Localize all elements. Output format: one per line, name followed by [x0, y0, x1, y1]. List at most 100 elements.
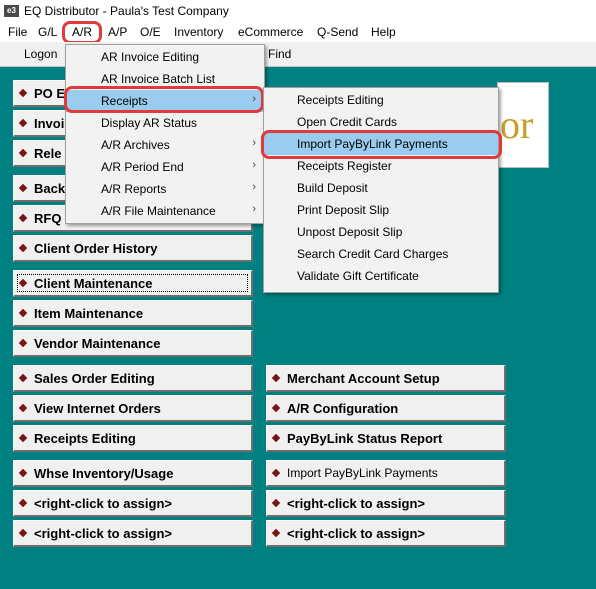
diamond-icon: [18, 433, 28, 443]
diamond-icon: [18, 403, 28, 413]
shortcut-label: RFQ: [34, 211, 62, 226]
diamond-icon: [18, 183, 28, 193]
menu-item-label: A/R Reports: [101, 182, 167, 196]
diamond-icon: [271, 373, 281, 383]
diamond-icon: [271, 468, 281, 478]
shortcut-unassigned[interactable]: <right-click to assign>: [266, 520, 506, 547]
menu-item-ar-invoice-editing[interactable]: AR Invoice Editing: [66, 46, 264, 68]
shortcut-label: Sales Order Editing: [34, 371, 155, 386]
diamond-icon: [18, 498, 28, 508]
diamond-icon: [18, 88, 28, 98]
menu-item-label: A/R Archives: [101, 138, 170, 152]
diamond-icon: [18, 213, 28, 223]
submenu-item-unpost-deposit-slip[interactable]: Unpost Deposit Slip: [264, 221, 498, 243]
chevron-right-icon: ›: [252, 137, 256, 149]
diamond-icon: [271, 433, 281, 443]
submenu-item-search-credit-card-charges[interactable]: Search Credit Card Charges: [264, 243, 498, 265]
shortcut-receipts-editing[interactable]: Receipts Editing: [13, 425, 253, 452]
shortcut-client-order-history[interactable]: Client Order History: [13, 235, 253, 262]
shortcut-unassigned[interactable]: <right-click to assign>: [266, 490, 506, 517]
shortcut-merchant-account-setup[interactable]: Merchant Account Setup: [266, 365, 506, 392]
shortcut-ar-configuration[interactable]: A/R Configuration: [266, 395, 506, 422]
shortcut-sales-order-editing[interactable]: Sales Order Editing: [13, 365, 253, 392]
menu-item-label: A/R File Maintenance: [101, 204, 216, 218]
title-bar: e3 EQ Distributor - Paula's Test Company: [0, 0, 596, 22]
menu-help[interactable]: Help: [371, 25, 396, 39]
submenu-item-label: Open Credit Cards: [297, 115, 398, 129]
shortcut-unassigned[interactable]: <right-click to assign>: [13, 490, 253, 517]
shortcut-label: PayByLink Status Report: [287, 431, 443, 446]
window-title: EQ Distributor - Paula's Test Company: [24, 4, 229, 18]
receipts-submenu: Receipts Editing Open Credit Cards Impor…: [263, 87, 499, 293]
diamond-icon: [18, 118, 28, 128]
diamond-icon: [18, 338, 28, 348]
shortcut-label: <right-click to assign>: [34, 496, 172, 511]
menu-ecommerce[interactable]: eCommerce: [238, 25, 303, 39]
logon-button[interactable]: Logon: [24, 47, 57, 61]
diamond-icon: [18, 308, 28, 318]
menu-item-ar-period-end[interactable]: A/R Period End ›: [66, 156, 264, 178]
ar-menu-highlight-ring: [62, 21, 102, 44]
find-button[interactable]: Find: [268, 47, 291, 61]
menu-file[interactable]: File: [8, 25, 27, 39]
menu-item-label: A/R Period End: [101, 160, 184, 174]
submenu-item-label: Unpost Deposit Slip: [297, 225, 403, 239]
shortcut-label: Client Order History: [34, 241, 158, 256]
menu-qsend[interactable]: Q-Send: [317, 25, 358, 39]
shortcut-label: Merchant Account Setup: [287, 371, 440, 386]
shortcut-paybylink-status-report[interactable]: PayByLink Status Report: [266, 425, 506, 452]
menu-ap[interactable]: A/P: [108, 25, 127, 39]
chevron-right-icon: ›: [252, 203, 256, 215]
shortcut-whse-inventory-usage[interactable]: Whse Inventory/Usage: [13, 460, 253, 487]
logo-text: or: [500, 102, 534, 147]
menu-oe[interactable]: O/E: [140, 25, 161, 39]
diamond-icon: [271, 403, 281, 413]
menu-item-label: AR Invoice Batch List: [101, 72, 216, 86]
diamond-icon: [18, 468, 28, 478]
shortcut-label: Item Maintenance: [34, 306, 144, 321]
submenu-item-receipts-editing[interactable]: Receipts Editing: [264, 89, 498, 111]
shortcut-import-paybylink-payments[interactable]: Import PayByLink Payments: [266, 460, 506, 487]
menu-item-label: Display AR Status: [101, 116, 198, 130]
shortcut-label: View Internet Orders: [34, 401, 161, 416]
receipts-highlight-ring: [64, 86, 264, 113]
menu-item-display-ar-status[interactable]: Display AR Status: [66, 112, 264, 134]
submenu-item-label: Receipts Editing: [297, 93, 384, 107]
menu-inventory[interactable]: Inventory: [174, 25, 223, 39]
submenu-item-label: Print Deposit Slip: [297, 203, 390, 217]
submenu-item-label: Receipts Register: [297, 159, 392, 173]
shortcut-vendor-maintenance[interactable]: Vendor Maintenance: [13, 330, 253, 357]
shortcut-item-maintenance[interactable]: Item Maintenance: [13, 300, 253, 327]
shortcut-view-internet-orders[interactable]: View Internet Orders: [13, 395, 253, 422]
submenu-item-build-deposit[interactable]: Build Deposit: [264, 177, 498, 199]
shortcut-unassigned[interactable]: <right-click to assign>: [13, 520, 253, 547]
menu-gl[interactable]: G/L: [38, 25, 57, 39]
chevron-right-icon: ›: [252, 159, 256, 171]
submenu-item-print-deposit-slip[interactable]: Print Deposit Slip: [264, 199, 498, 221]
logo: or: [497, 82, 549, 168]
submenu-item-label: Build Deposit: [297, 181, 368, 195]
shortcut-label: A/R Configuration: [287, 401, 399, 416]
menu-item-ar-archives[interactable]: A/R Archives ›: [66, 134, 264, 156]
shortcut-label: Receipts Editing: [34, 431, 136, 446]
import-paybylink-highlight-ring: [261, 130, 502, 159]
diamond-icon: [271, 498, 281, 508]
shortcut-label: Back: [34, 181, 66, 196]
shortcut-client-maintenance[interactable]: Client Maintenance: [13, 270, 253, 297]
shortcut-label: Client Maintenance: [34, 276, 153, 291]
shortcut-label: Import PayByLink Payments: [287, 466, 438, 480]
app-icon: e3: [4, 5, 19, 17]
menu-item-label: AR Invoice Editing: [101, 50, 200, 64]
chevron-right-icon: ›: [252, 181, 256, 193]
diamond-icon: [18, 243, 28, 253]
diamond-icon: [18, 528, 28, 538]
submenu-item-validate-gift-certificate[interactable]: Validate Gift Certificate: [264, 265, 498, 287]
diamond-icon: [18, 148, 28, 158]
menu-item-ar-file-maintenance[interactable]: A/R File Maintenance ›: [66, 200, 264, 222]
menu-item-ar-reports[interactable]: A/R Reports ›: [66, 178, 264, 200]
diamond-icon: [271, 528, 281, 538]
shortcut-label: PO E: [34, 86, 66, 101]
shortcut-label: Whse Inventory/Usage: [34, 466, 174, 481]
shortcut-label: Rele: [34, 146, 62, 161]
diamond-icon: [18, 373, 28, 383]
